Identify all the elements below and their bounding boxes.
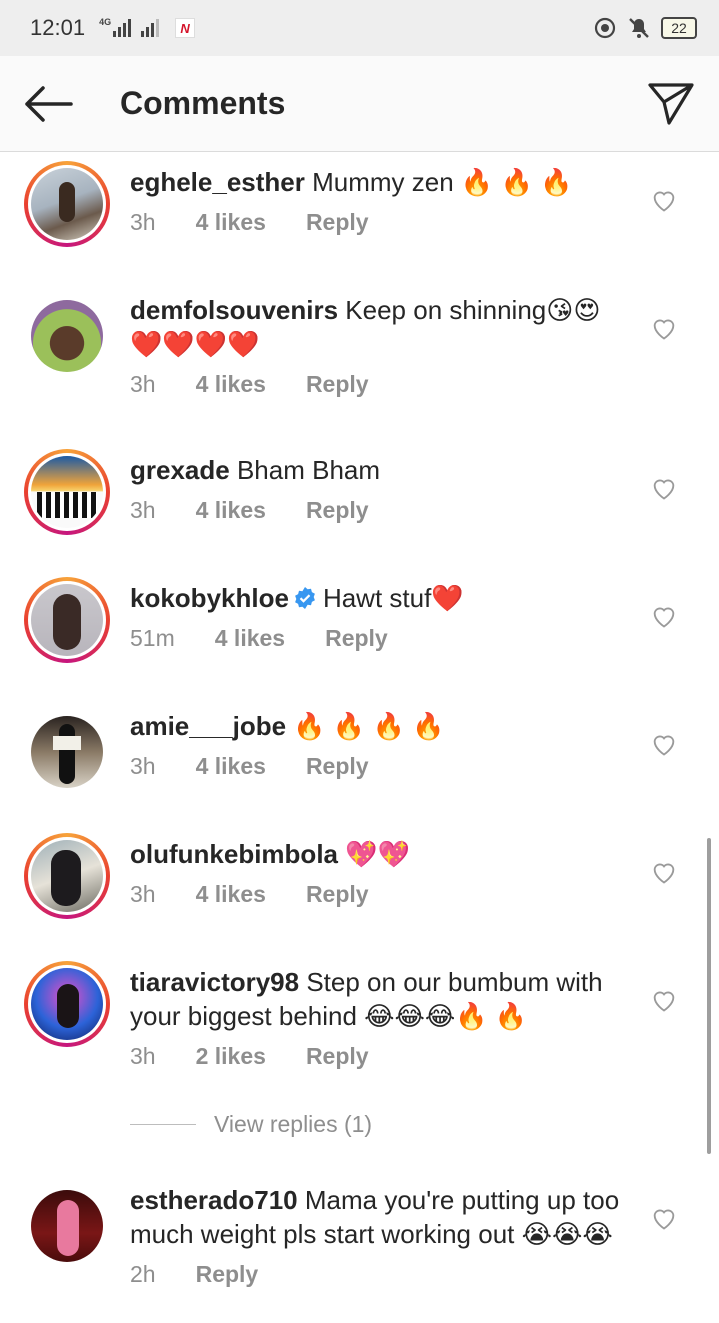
status-bar: 12:01 4G N 22 bbox=[0, 0, 719, 56]
comment-likes[interactable]: 4 likes bbox=[196, 493, 266, 527]
signal-2-icon bbox=[141, 19, 160, 37]
comment-likes[interactable]: 4 likes bbox=[196, 749, 266, 783]
heart-icon[interactable] bbox=[650, 1204, 678, 1232]
avatar[interactable] bbox=[24, 577, 110, 663]
comment-text: Bham Bham bbox=[236, 455, 381, 485]
arrow-left-icon bbox=[25, 85, 73, 122]
reply-button[interactable]: Reply bbox=[306, 1039, 369, 1073]
comment-likes[interactable]: 4 likes bbox=[196, 367, 266, 401]
avatar[interactable] bbox=[24, 961, 110, 1047]
heart-icon[interactable] bbox=[650, 314, 678, 342]
comment-username[interactable]: olufunkebimbola bbox=[130, 839, 338, 869]
comment-time: 3h bbox=[130, 371, 156, 397]
verified-badge-icon bbox=[295, 587, 315, 609]
avatar[interactable] bbox=[24, 709, 110, 795]
signal-icon bbox=[113, 19, 132, 37]
comment-time: 3h bbox=[130, 209, 156, 235]
network-type: 4G bbox=[99, 17, 112, 27]
battery-indicator: 22 bbox=[661, 17, 697, 39]
avatar[interactable] bbox=[24, 449, 110, 535]
page-title: Comments bbox=[120, 85, 286, 121]
reply-button[interactable]: Reply bbox=[306, 493, 369, 527]
comment-likes[interactable]: 4 likes bbox=[215, 621, 285, 655]
app-notification-icon: N bbox=[175, 18, 196, 38]
status-time: 12:01 bbox=[30, 15, 86, 40]
comment-username[interactable]: demfolsouvenirs bbox=[130, 295, 338, 325]
comment-text: 💖💖 bbox=[345, 839, 410, 869]
comment-likes[interactable]: 2 likes bbox=[196, 1039, 266, 1073]
comment-list[interactable]: eghele_esther Mummy zen 🔥 🔥 🔥 3h 4 likes… bbox=[0, 153, 719, 1313]
comment-time: 51m bbox=[130, 625, 175, 651]
divider bbox=[130, 1124, 196, 1125]
avatar[interactable] bbox=[24, 293, 110, 379]
scrollbar[interactable] bbox=[707, 838, 711, 1154]
comment-time: 3h bbox=[130, 753, 156, 779]
reply-button[interactable]: Reply bbox=[306, 205, 369, 239]
heart-icon[interactable] bbox=[650, 730, 678, 758]
comment-username[interactable]: estherado710 bbox=[130, 1185, 298, 1215]
heart-icon[interactable] bbox=[650, 186, 678, 214]
comment-text: Hawt stuf❤️ bbox=[322, 583, 464, 613]
comment-likes[interactable]: 4 likes bbox=[196, 877, 266, 911]
comment-text: Mummy zen 🔥 🔥 🔥 bbox=[312, 167, 573, 197]
heart-icon[interactable] bbox=[650, 858, 678, 886]
data-saver-icon bbox=[594, 17, 616, 39]
heart-icon[interactable] bbox=[650, 986, 678, 1014]
view-replies-button[interactable]: View replies (1) bbox=[130, 1111, 372, 1138]
comment-time: 3h bbox=[130, 497, 156, 523]
comment-time: 2h bbox=[130, 1261, 156, 1287]
reply-button[interactable]: Reply bbox=[196, 1257, 259, 1291]
view-replies-label: View replies (1) bbox=[214, 1111, 373, 1137]
avatar[interactable] bbox=[24, 833, 110, 919]
comment-username[interactable]: eghele_esther bbox=[130, 167, 305, 197]
reply-button[interactable]: Reply bbox=[306, 749, 369, 783]
comment-time: 3h bbox=[130, 881, 156, 907]
comment-username[interactable]: amie___jobe bbox=[130, 711, 286, 741]
reply-button[interactable]: Reply bbox=[306, 367, 369, 401]
comment-username[interactable]: grexade bbox=[130, 455, 230, 485]
comment-time: 3h bbox=[130, 1043, 156, 1069]
comment-likes[interactable]: 4 likes bbox=[196, 205, 266, 239]
avatar[interactable] bbox=[24, 1183, 110, 1269]
back-button[interactable] bbox=[0, 56, 96, 152]
comment-username[interactable]: kokobykhloe bbox=[130, 583, 289, 613]
app-header: Comments bbox=[0, 56, 719, 152]
comment-text: 🔥 🔥 🔥 🔥 bbox=[293, 711, 445, 741]
avatar[interactable] bbox=[24, 161, 110, 247]
reply-button[interactable]: Reply bbox=[306, 877, 369, 911]
mute-icon bbox=[629, 18, 649, 38]
share-button[interactable] bbox=[623, 56, 719, 152]
direct-send-icon bbox=[648, 82, 694, 125]
comment-username[interactable]: tiaravictory98 bbox=[130, 967, 299, 997]
heart-icon[interactable] bbox=[650, 602, 678, 630]
reply-button[interactable]: Reply bbox=[325, 621, 388, 655]
heart-icon[interactable] bbox=[650, 474, 678, 502]
